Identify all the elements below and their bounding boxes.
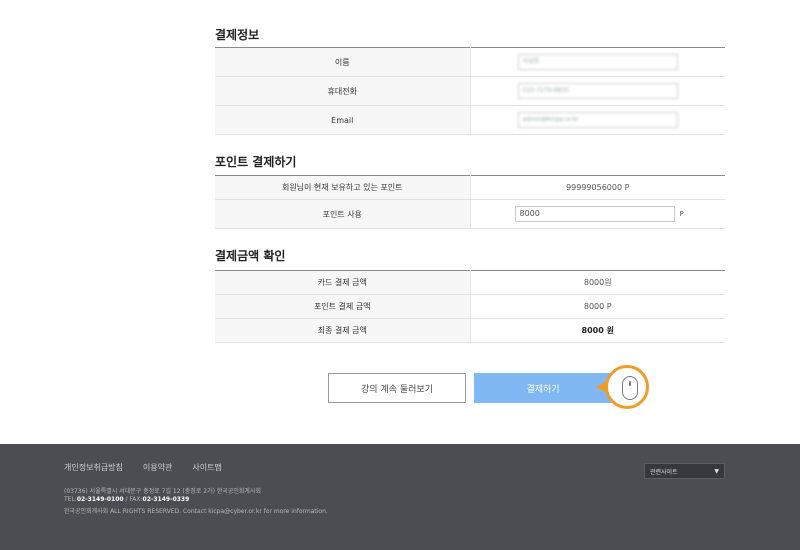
footer-address: (03736) 서울특별시 서대문구 충정로 7길 12 (충정로 2가) 한국… bbox=[64, 488, 261, 495]
owned-points-value: 99999056000 P bbox=[470, 175, 725, 200]
email-label: Email bbox=[215, 105, 471, 135]
privacy-policy-link[interactable]: 개인정보취급방침 bbox=[64, 462, 123, 473]
footer-copyright: 한국공인회계사회 ALL RIGHTS RESERVED. Contact ki… bbox=[64, 508, 328, 515]
table-row: 최종 결제 금액 8000 원 bbox=[215, 318, 725, 343]
chevron-down-icon: ▼ bbox=[714, 467, 719, 475]
amount-confirm-title: 결제금액 확인 bbox=[215, 249, 286, 263]
footer-contact: TEL:02-3149-0100 / FAX:02-3149-0339 bbox=[64, 496, 190, 503]
mouse-icon bbox=[622, 376, 638, 400]
amount-confirm-table: 카드 결제 금액 8000원 포인트 결제 금액 8000 P 최종 결제 금액… bbox=[215, 270, 725, 343]
name-label: 이름 bbox=[215, 47, 471, 77]
point-amount-value: 8000 P bbox=[470, 294, 725, 319]
phone-label: 휴대전화 bbox=[215, 76, 471, 106]
related-sites-select[interactable]: 관련사이트 ▼ bbox=[644, 463, 725, 479]
sitemap-link[interactable]: 사이트맵 bbox=[192, 462, 221, 473]
related-sites-label: 관련사이트 bbox=[650, 468, 678, 476]
card-amount-value: 8000원 bbox=[470, 270, 725, 295]
name-field[interactable]: 이성현 bbox=[517, 54, 678, 70]
point-payment-title: 포인트 결제하기 bbox=[215, 155, 297, 169]
table-row: 포인트 결제 금액 8000 P bbox=[215, 294, 725, 319]
continue-browsing-button[interactable]: 강의 계속 둘러보기 bbox=[328, 373, 466, 403]
email-field[interactable]: admin@kicpa.or.kr bbox=[517, 112, 678, 128]
card-amount-label: 카드 결제 금액 bbox=[215, 270, 471, 295]
footer-fax: 02-3149-0339 bbox=[142, 496, 190, 503]
payment-info-title: 결제정보 bbox=[215, 28, 260, 42]
payment-info-table: 이름 이성현 휴대전화 010-7270-9835 Email admin@ki… bbox=[215, 47, 725, 135]
owned-points-label: 회원님이 현재 보유하고 있는 포인트 bbox=[215, 175, 471, 200]
table-row: 회원님이 현재 보유하고 있는 포인트 99999056000 P bbox=[215, 175, 725, 200]
terms-link[interactable]: 이용약관 bbox=[143, 462, 172, 473]
final-amount-value: 8000 원 bbox=[470, 318, 725, 343]
table-row: 포인트 사용 8000 P bbox=[215, 199, 725, 229]
table-row: 카드 결제 금액 8000원 bbox=[215, 270, 725, 295]
table-row: Email admin@kicpa.or.kr bbox=[215, 105, 725, 135]
point-use-input[interactable]: 8000 bbox=[514, 206, 675, 222]
footer-links: 개인정보취급방침 이용약관 사이트맵 bbox=[64, 462, 222, 473]
point-amount-label: 포인트 결제 금액 bbox=[215, 294, 471, 319]
phone-field[interactable]: 010-7270-9835 bbox=[517, 83, 678, 99]
footer: 개인정보취급방침 이용약관 사이트맵 (03736) 서울특별시 서대문구 충정… bbox=[0, 444, 800, 550]
final-amount-label: 최종 결제 금액 bbox=[215, 318, 471, 343]
point-payment-table: 회원님이 현재 보유하고 있는 포인트 99999056000 P 포인트 사용… bbox=[215, 175, 725, 229]
point-use-label: 포인트 사용 bbox=[215, 199, 471, 229]
click-highlight bbox=[605, 365, 649, 409]
point-unit: P bbox=[679, 210, 684, 218]
pay-button[interactable]: 결제하기 bbox=[474, 373, 612, 403]
footer-tel: 02-3149-0100 bbox=[76, 496, 124, 503]
table-row: 이름 이성현 bbox=[215, 47, 725, 77]
table-row: 휴대전화 010-7270-9835 bbox=[215, 76, 725, 106]
